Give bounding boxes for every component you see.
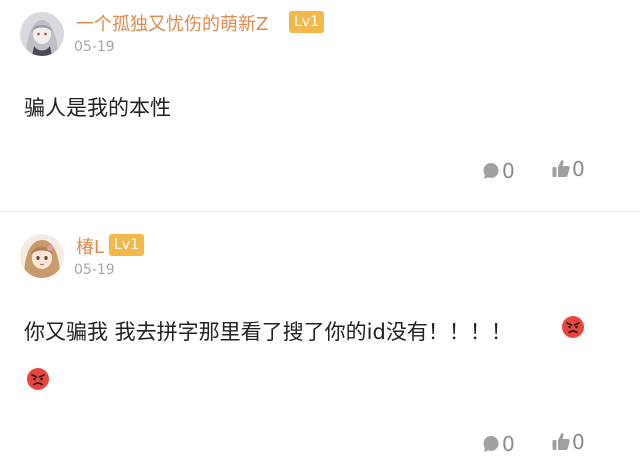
reply-count: 0 [502, 432, 515, 456]
comment-item: 一个孤独又忧伤的萌新Z Lv1 05-19 骗人是我的本性 0 0 [0, 0, 640, 212]
thumbs-up-icon [552, 432, 572, 452]
like-button[interactable]: 0 [552, 157, 585, 181]
comment-text: 骗人是我的本性 [24, 96, 171, 120]
comment-item: 椿L Lv1 05-19 你又骗我 我去拼字那里看了搜了你的id没有！！！！ 0… [0, 212, 640, 475]
username[interactable]: 一个孤独又忧伤的萌新Z [76, 10, 268, 36]
comment-text: 你又骗我 我去拼字那里看了搜了你的id没有！！！！ [24, 320, 512, 344]
level-badge: Lv1 [289, 11, 324, 33]
reply-button[interactable]: 0 [482, 432, 515, 456]
avatar[interactable] [20, 12, 64, 56]
like-count: 0 [572, 430, 585, 454]
avatar[interactable] [20, 234, 64, 278]
like-count: 0 [572, 157, 585, 181]
like-button[interactable]: 0 [552, 430, 585, 454]
comment-bubble-icon [482, 435, 502, 453]
reply-button[interactable]: 0 [482, 159, 515, 183]
comment-date: 05-19 [74, 262, 115, 278]
reply-count: 0 [502, 159, 515, 183]
username[interactable]: 椿L [76, 233, 104, 259]
thumbs-up-icon [552, 159, 572, 179]
comment-bubble-icon [482, 162, 502, 180]
angry-face-icon [561, 315, 585, 339]
angry-face-icon [26, 367, 50, 391]
comment-date: 05-19 [74, 39, 115, 55]
level-badge: Lv1 [109, 234, 144, 256]
